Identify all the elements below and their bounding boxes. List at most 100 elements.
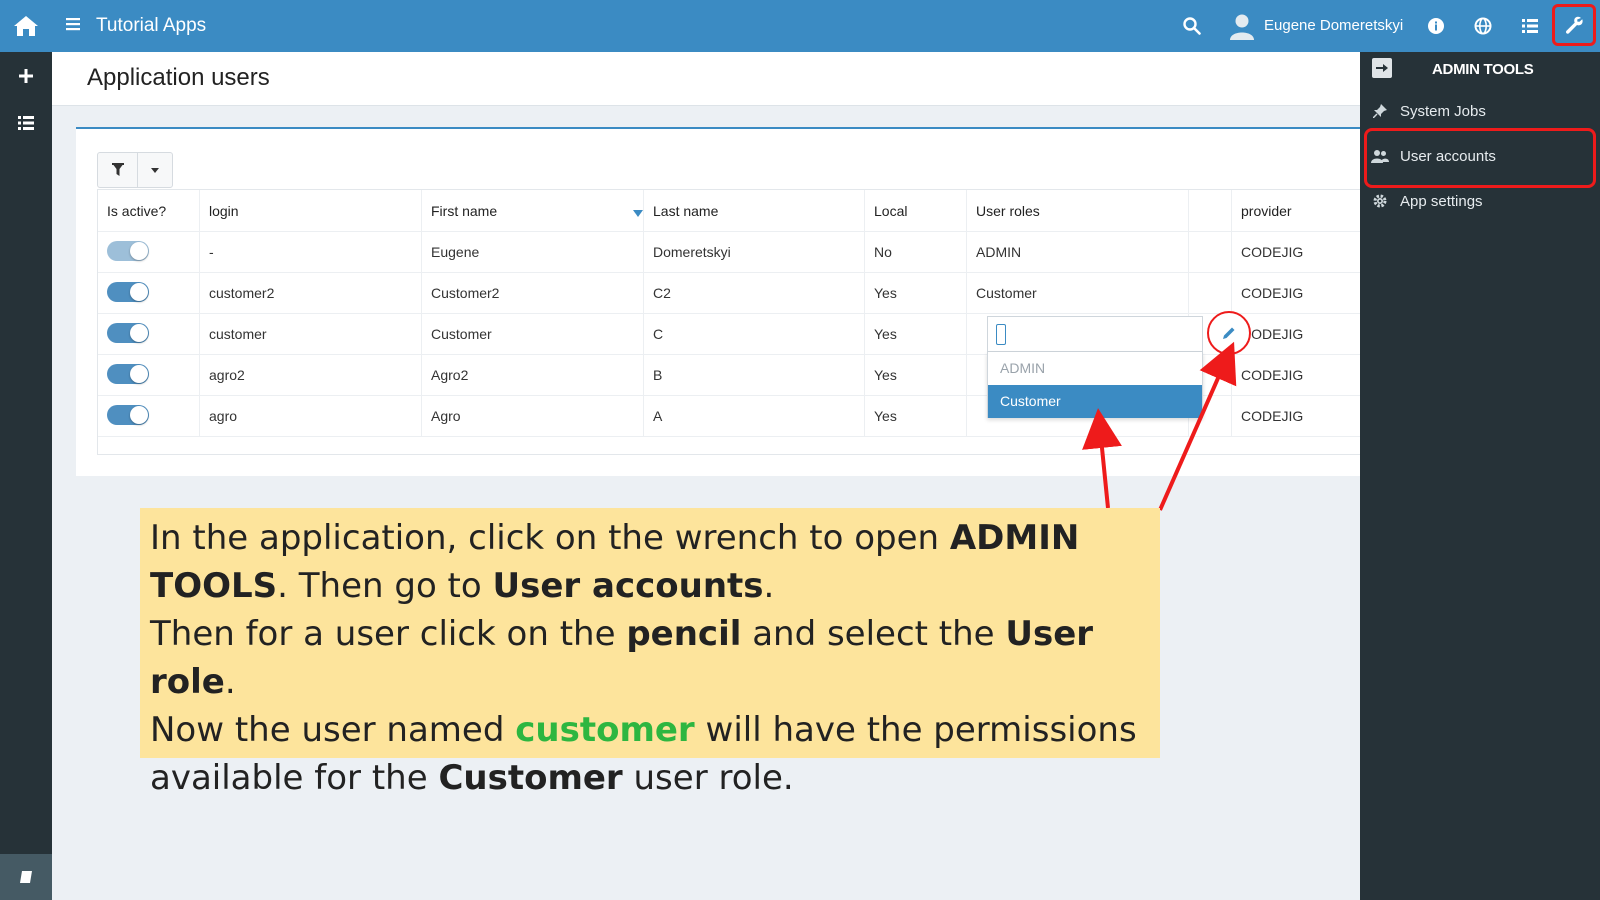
annotation-highlight-box — [1364, 128, 1596, 188]
docs-button[interactable] — [0, 854, 52, 900]
list-button[interactable] — [0, 103, 52, 143]
text-cursor — [996, 324, 1006, 345]
admin-tools-button[interactable] — [1552, 4, 1596, 46]
table-row-active-cell — [98, 272, 200, 314]
table-row-active-cell — [98, 313, 200, 355]
cell-user-roles: Customer — [967, 272, 1189, 314]
page-title: Application users — [87, 64, 270, 91]
role-option-customer[interactable]: Customer — [988, 385, 1202, 418]
search-icon — [1183, 17, 1201, 35]
cell-last-name: C2 — [644, 272, 865, 314]
col-header-active[interactable]: Is active? — [98, 190, 200, 232]
pencil-icon — [1223, 327, 1235, 339]
cell-user-roles: ADMIN — [967, 231, 1189, 273]
cell-provider: CODEJIG — [1241, 408, 1304, 424]
wrench-icon — [1565, 16, 1583, 34]
callout-bold: ADMIN — [949, 518, 1080, 558]
sort-desc-icon[interactable] — [633, 210, 643, 217]
home-icon — [14, 16, 38, 36]
table-row-active-cell — [98, 354, 200, 396]
callout-text: will have the permissions — [694, 710, 1137, 750]
cell-first-name: Customer2 — [422, 272, 644, 314]
arrow-right-icon — [1376, 64, 1388, 72]
callout-text: Now the user named — [150, 710, 516, 750]
filter-icon — [111, 163, 124, 176]
role-option-admin[interactable]: ADMIN — [988, 352, 1202, 385]
active-toggle[interactable] — [107, 241, 149, 261]
cell-local: Yes — [865, 272, 967, 314]
user-role-input[interactable] — [987, 316, 1203, 352]
col-header-local[interactable]: Local — [865, 190, 967, 232]
callout-bold: Customer — [438, 758, 623, 798]
user-role-dropdown: ADMIN Customer — [987, 352, 1203, 418]
callout-text: . — [763, 566, 775, 606]
admin-item-label: System Jobs — [1400, 102, 1486, 120]
cell-local: No — [865, 231, 967, 273]
user-name[interactable]: Eugene Domeretskyi — [1264, 17, 1403, 34]
cell-login: customer — [200, 313, 422, 355]
menu-list-button[interactable] — [1518, 14, 1542, 38]
active-toggle[interactable] — [107, 282, 149, 302]
admin-item-label: App settings — [1400, 192, 1483, 210]
cell-login: agro — [200, 395, 422, 437]
instruction-callout: In the application, click on the wrench … — [140, 508, 1160, 798]
cell-local: Yes — [865, 313, 967, 355]
cell-login: customer2 — [200, 272, 422, 314]
cell-login: agro2 — [200, 354, 422, 396]
pin-icon — [1373, 104, 1387, 118]
callout-text: In the application, click on the wrench … — [150, 518, 950, 558]
cell-provider: CODEJIG — [1241, 367, 1304, 383]
info-button[interactable] — [1424, 14, 1448, 38]
col-header-first-name[interactable]: First name — [422, 190, 644, 232]
table-row-active-cell — [98, 231, 200, 273]
menu-toggle[interactable] — [66, 17, 80, 36]
cell-provider: CODEJIG — [1241, 285, 1304, 301]
left-rail — [0, 0, 52, 900]
info-icon — [1428, 18, 1444, 34]
callout-text: user role. — [622, 758, 794, 798]
active-toggle[interactable] — [107, 323, 149, 343]
gear-icon — [1373, 194, 1387, 208]
caret-down-icon — [151, 167, 159, 173]
filter-dropdown-button[interactable] — [138, 153, 172, 187]
filter-button[interactable] — [98, 153, 138, 187]
cell-provider: CODEJIG — [1241, 326, 1304, 342]
cell-actions — [1189, 272, 1232, 314]
search-button[interactable] — [1180, 14, 1204, 38]
admin-tools-title: ADMIN TOOLS — [1432, 61, 1534, 78]
cell-local: Yes — [865, 395, 967, 437]
callout-text: and select the — [741, 614, 1006, 654]
user-icon — [1230, 14, 1254, 40]
add-button[interactable] — [0, 56, 52, 96]
admin-item-system-jobs[interactable]: System Jobs — [1368, 94, 1594, 128]
page-header: Application users — [52, 52, 1360, 106]
admin-item-app-settings[interactable]: App settings — [1368, 184, 1594, 218]
top-bar: Tutorial Apps Eugene Domeretskyi — [52, 0, 1600, 52]
table-row-active-cell — [98, 395, 200, 437]
callout-text: . Then go to — [277, 566, 493, 606]
cell-actions — [1189, 231, 1232, 273]
language-button[interactable] — [1471, 14, 1495, 38]
cell-first-name: Agro2 — [422, 354, 644, 396]
grid-toolbar — [97, 152, 173, 188]
user-avatar[interactable] — [1228, 12, 1256, 40]
active-toggle[interactable] — [107, 405, 149, 425]
cell-provider: CODEJIG — [1241, 244, 1304, 260]
col-header-last-name[interactable]: Last name — [644, 190, 865, 232]
collapse-panel-button[interactable] — [1372, 58, 1392, 78]
callout-bold: pencil — [626, 614, 742, 654]
col-header-login[interactable]: login — [200, 190, 422, 232]
cell-first-name: Customer — [422, 313, 644, 355]
callout-highlight: customer — [515, 710, 695, 750]
active-toggle[interactable] — [107, 364, 149, 384]
col-header-user-roles[interactable]: User roles — [967, 190, 1189, 232]
cell-last-name: B — [644, 354, 865, 396]
edit-role-button[interactable] — [1207, 311, 1251, 355]
hamburger-icon — [66, 18, 80, 31]
cell-login: - — [200, 231, 422, 273]
app-title[interactable]: Tutorial Apps — [96, 15, 206, 37]
callout-text: . — [224, 662, 236, 702]
col-header-provider[interactable]: provider — [1232, 190, 1361, 232]
home-button[interactable] — [0, 0, 52, 52]
list-icon — [1522, 19, 1538, 33]
